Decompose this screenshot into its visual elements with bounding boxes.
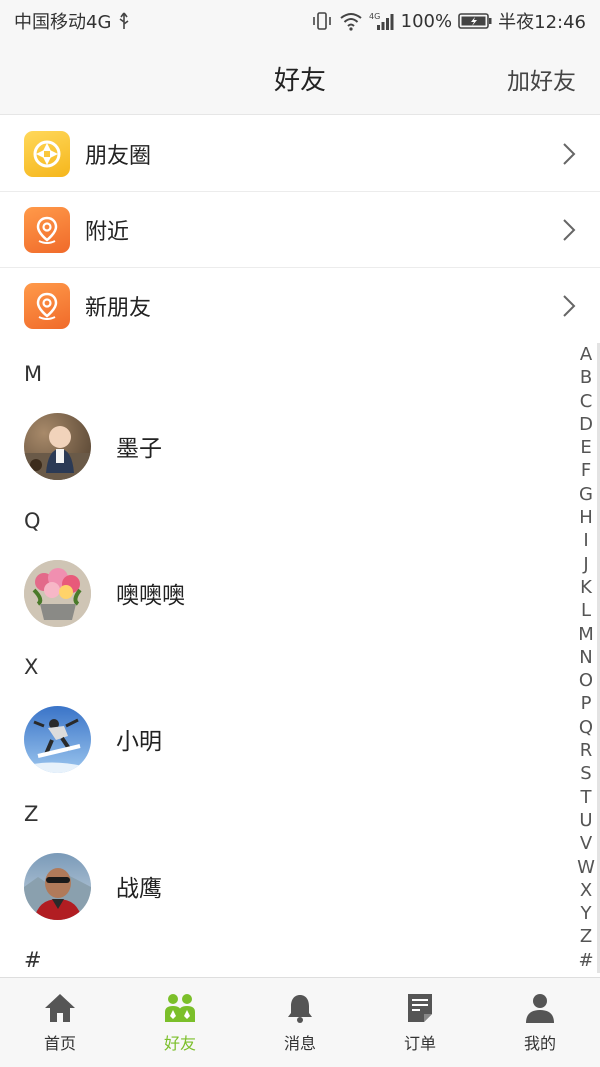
index-letter[interactable]: W <box>577 856 595 879</box>
index-letter[interactable]: K <box>580 576 592 599</box>
tab-profile[interactable]: 我的 <box>480 978 600 1067</box>
friend-row[interactable]: 噢噢噢 <box>0 548 570 638</box>
friend-row[interactable]: 墨子 <box>0 401 570 491</box>
person-icon <box>526 993 554 1023</box>
vibrate-icon <box>311 11 333 31</box>
index-letter[interactable]: J <box>583 553 588 576</box>
index-letter[interactable]: V <box>580 832 592 855</box>
avatar <box>24 852 91 920</box>
avatar <box>24 412 91 480</box>
status-bar: 中国移动4G 4G 100% 半夜12:46 <box>0 0 600 42</box>
index-letter[interactable]: L <box>581 599 591 622</box>
location-pin-icon <box>24 206 70 253</box>
index-letter[interactable]: Y <box>581 902 592 925</box>
top-nav: 好友 加好友 <box>0 42 600 115</box>
friend-name: 小明 <box>116 729 162 755</box>
tab-label: 我的 <box>523 1033 556 1053</box>
bottom-tab-bar: 首页 好友 消息 订单 我的 <box>0 977 600 1067</box>
friend-row[interactable]: 战鹰 <box>0 841 570 931</box>
moments-label: 朋友圈 <box>85 143 152 169</box>
tab-label: 消息 <box>283 1033 316 1053</box>
index-letter[interactable]: Z <box>580 925 592 948</box>
index-letter[interactable]: F <box>581 459 591 482</box>
index-letter[interactable]: A <box>580 343 592 366</box>
index-letter[interactable]: O <box>579 669 593 692</box>
tab-label: 首页 <box>43 1033 76 1053</box>
index-letter[interactable]: P <box>581 692 592 715</box>
index-letter[interactable]: D <box>579 413 593 436</box>
usb-icon <box>117 12 131 30</box>
section-letter: Q <box>24 509 41 533</box>
clock: 半夜12:46 <box>498 12 586 33</box>
section-letter: X <box>24 655 39 679</box>
index-letter[interactable]: I <box>583 529 588 552</box>
section-letter: # <box>24 948 42 972</box>
tab-home[interactable]: 首页 <box>0 978 120 1067</box>
index-letter[interactable]: M <box>578 623 594 646</box>
index-letter[interactable]: B <box>580 366 592 389</box>
carrier-label: 中国移动4G <box>14 12 112 33</box>
nearby-label: 附近 <box>85 219 130 245</box>
index-letter[interactable]: # <box>578 949 593 972</box>
home-icon <box>45 993 75 1022</box>
chevron-right-icon <box>563 219 576 241</box>
index-letter[interactable]: N <box>579 646 592 669</box>
alphabet-index[interactable]: A B C D E F G H I J K L M N O P Q R S T U V W X Y Z # <box>575 343 597 972</box>
friend-name: 墨子 <box>116 436 162 462</box>
friend-name: 噢噢噢 <box>116 583 185 609</box>
index-letter[interactable]: E <box>580 436 591 459</box>
index-letter[interactable]: T <box>581 786 592 809</box>
friend-name: 战鹰 <box>116 876 162 902</box>
index-letter[interactable]: H <box>579 506 593 529</box>
friends-icon <box>165 993 195 1022</box>
section-letter: Z <box>24 802 39 826</box>
wifi-icon <box>339 11 363 31</box>
index-letter[interactable]: X <box>580 879 592 902</box>
tab-friends[interactable]: 好友 <box>120 978 240 1067</box>
signal-icon: 4G <box>369 11 395 31</box>
tab-label: 订单 <box>403 1033 436 1053</box>
chevron-right-icon <box>563 295 576 317</box>
moments-row[interactable]: 朋友圈 <box>0 116 600 192</box>
tab-messages[interactable]: 消息 <box>240 978 360 1067</box>
moments-icon <box>24 130 70 177</box>
index-letter[interactable]: R <box>580 739 593 762</box>
battery-percent: 100% <box>400 10 453 32</box>
avatar <box>24 705 91 773</box>
bell-icon <box>288 994 312 1023</box>
section-letter: M <box>24 362 43 386</box>
network-label: 4G <box>369 12 380 21</box>
battery-icon <box>458 12 492 30</box>
location-pin-icon <box>24 283 70 329</box>
avatar <box>24 559 91 627</box>
index-letter[interactable]: C <box>580 390 593 413</box>
tab-orders[interactable]: 订单 <box>360 978 480 1067</box>
index-letter[interactable]: G <box>579 483 593 506</box>
new-friends-label: 新朋友 <box>85 296 152 321</box>
index-letter[interactable]: S <box>580 762 591 785</box>
tab-label: 好友 <box>163 1033 196 1053</box>
nearby-row[interactable]: 附近 <box>0 192 600 268</box>
new-friends-row[interactable]: 新朋友 <box>0 268 600 344</box>
index-letter[interactable]: U <box>579 809 592 832</box>
friend-row[interactable]: 小明 <box>0 694 570 784</box>
chevron-right-icon <box>563 143 576 165</box>
order-icon <box>408 993 432 1022</box>
add-friend-button[interactable]: 加好友 <box>507 42 576 115</box>
index-letter[interactable]: Q <box>579 716 593 739</box>
